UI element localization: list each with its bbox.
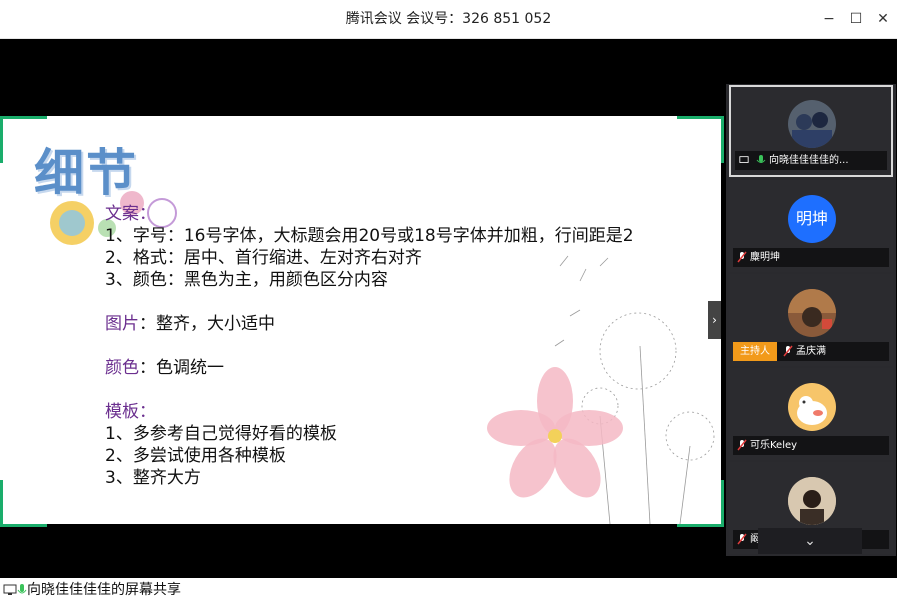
mic-muted-icon xyxy=(737,533,747,545)
title-bar: 腾讯会议 会议号：326 851 052 − ☐ ✕ xyxy=(0,0,897,39)
participant-tile[interactable]: 可乐Keley xyxy=(729,368,893,460)
expand-panel-arrow-icon[interactable]: › xyxy=(708,301,721,339)
section-heading: 颜色 xyxy=(105,358,139,378)
window-title: 腾讯会议 会议号：326 851 052 xyxy=(345,11,552,27)
body-line: 2、多尝试使用各种模板 xyxy=(105,446,286,466)
share-frame-corner xyxy=(677,480,724,527)
section-heading: 文案 xyxy=(105,204,139,224)
minimize-button[interactable]: − xyxy=(816,6,842,32)
tupian-line: 图片：整齐，大小适中 xyxy=(105,314,275,334)
share-status-text: 向晓佳佳佳佳的屏幕共享 xyxy=(27,582,181,598)
participant-tile[interactable]: 主持人 孟庆满 xyxy=(729,274,893,366)
participant-tile[interactable]: 明坤 麋明坤 xyxy=(729,180,893,272)
scroll-down-chevron-icon[interactable]: ⌄ xyxy=(758,528,862,554)
avatar xyxy=(788,477,836,525)
body-line: 3、整齐大方 xyxy=(105,468,201,488)
moban-heading-line: 模板： xyxy=(105,402,156,422)
mic-muted-icon xyxy=(737,439,747,451)
avatar xyxy=(788,100,836,148)
screen-share-icon xyxy=(739,156,749,163)
participant-namebar: 主持人 孟庆满 xyxy=(733,342,889,361)
body-line: 1、字号：16号字体，大标题会用20号或18号字体并加粗，行间距是2 xyxy=(105,226,634,246)
screen-share-icon xyxy=(3,584,17,595)
body-line: 1、多参考自己觉得好看的模板 xyxy=(105,424,337,444)
section-heading: 图片 xyxy=(105,314,139,334)
participant-name: 向晓佳佳佳佳的... xyxy=(769,155,849,166)
share-frame-corner xyxy=(677,116,724,163)
section-heading: 模板 xyxy=(105,402,139,422)
participant-tile-active[interactable]: 向晓佳佳佳佳的... xyxy=(729,85,893,177)
mic-on-icon xyxy=(756,155,766,163)
wenan-heading-line: 文案： xyxy=(105,204,156,224)
participant-name: 可乐Keley xyxy=(750,440,798,451)
avatar xyxy=(788,289,836,337)
avatar: 明坤 xyxy=(788,195,836,243)
close-button[interactable]: ✕ xyxy=(870,6,896,32)
host-badge: 主持人 xyxy=(733,342,777,361)
body-line: 2、格式：居中、首行缩进、左对齐右对齐 xyxy=(105,248,422,268)
body-line: 3、颜色：黑色为主，用颜色区分内容 xyxy=(105,270,388,290)
slide-body: 文案： 1、字号：16号字体，大标题会用20号或18号字体并加粗，行间距是2 2… xyxy=(105,203,634,489)
participant-namebar: 向晓佳佳佳佳的... xyxy=(735,151,887,170)
maximize-button[interactable]: ☐ xyxy=(843,6,869,32)
participant-name: 麋明坤 xyxy=(750,252,780,263)
avatar xyxy=(788,383,836,431)
share-status-bar: 向晓佳佳佳佳的屏幕共享 xyxy=(0,578,897,602)
mic-muted-icon xyxy=(737,251,747,263)
participant-namebar: 麋明坤 xyxy=(733,248,889,267)
share-frame-corner xyxy=(0,480,47,527)
yanse-line: 颜色：色调统一 xyxy=(105,358,224,378)
participant-name: 孟庆满 xyxy=(796,346,826,357)
mic-muted-icon xyxy=(783,345,793,357)
mic-on-icon xyxy=(17,584,27,594)
participant-namebar: 可乐Keley xyxy=(733,436,889,455)
